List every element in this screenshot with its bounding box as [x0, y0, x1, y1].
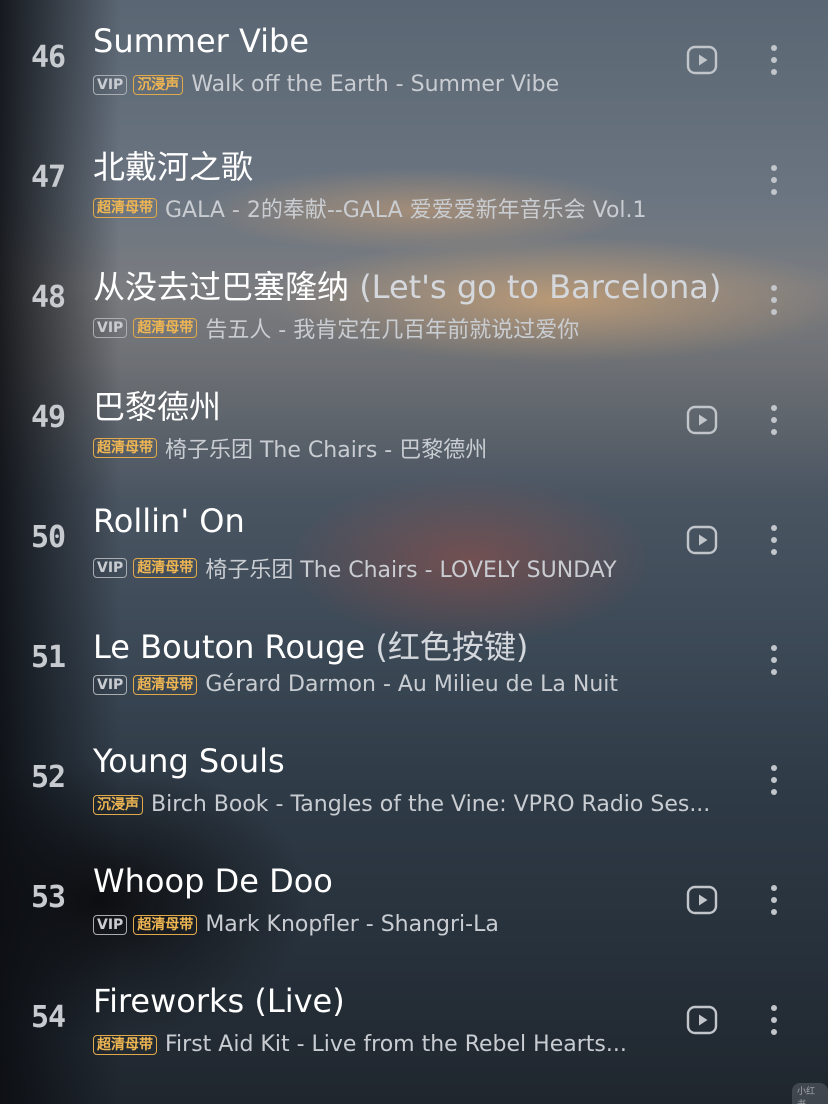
song-row[interactable]: 46 Summer Vibe VIP 沉浸声 Walk off the Earth - … — [0, 0, 828, 120]
more-vertical-icon[interactable] — [760, 644, 788, 676]
vip-badge: VIP — [93, 318, 128, 338]
master-quality-badge: 超清母带 — [93, 1034, 157, 1055]
song-row[interactable]: 47 北戴河之歌超清母带 GALA - 2的奉献--GALA 爱爱爱新年音乐会 Vo… — [0, 120, 828, 240]
song-meta: VIP 沉浸声 Walk off the Earth - Summer Vibe — [93, 72, 559, 97]
song-title: Summer Vibe — [93, 22, 309, 60]
song-title: 从没去过巴塞隆纳 (Let's go to Barcelona) — [93, 262, 721, 308]
more-vertical-icon[interactable] — [760, 1004, 788, 1036]
more-vertical-icon[interactable] — [760, 284, 788, 316]
song-title-text: Whoop De Doo — [93, 862, 333, 900]
master-quality-badge: 超清母带 — [93, 438, 157, 458]
vip-badge: VIP — [93, 914, 128, 935]
song-meta: VIP 超清母带 告五人 - 我肯定在几百年前就说过爱你 — [93, 312, 579, 344]
song-list: 46 Summer Vibe VIP 沉浸声 Walk off the Earth - … — [0, 0, 828, 1104]
vip-badge: VIP — [93, 558, 128, 578]
artist-album-text: 告五人 - 我肯定在几百年前就说过爱你 — [205, 318, 580, 343]
song-row[interactable]: 53 Whoop De Doo VIP 超清母带 Mark Knopfler - Sha… — [0, 840, 828, 960]
master-quality-badge: 超清母带 — [133, 318, 198, 338]
song-index: 50 — [30, 520, 66, 555]
vip-badge: VIP — [93, 674, 128, 695]
song-index: 47 — [30, 160, 66, 195]
song-title: 北戴河之歌 — [93, 142, 253, 188]
artist-album-text: 椅子乐团 The Chairs - LOVELY SUNDAY — [205, 558, 617, 583]
play-video-icon[interactable] — [686, 404, 718, 436]
song-meta: 超清母带 First Aid Kit - Live from the Rebel … — [93, 1032, 627, 1057]
master-quality-badge: 超清母带 — [133, 674, 198, 695]
artist-album-text: Mark Knopfler - Shangri-La — [205, 912, 499, 937]
song-row[interactable]: 51 Le Bouton Rouge (红色按键) VIP 超清母带 Gérard Da… — [0, 600, 828, 720]
song-title: Whoop De Doo — [93, 862, 333, 900]
play-video-icon[interactable] — [686, 1004, 718, 1036]
song-title-text: Rollin' On — [93, 502, 245, 540]
song-meta: VIP 超清母带 椅子乐团 The Chairs - LOVELY SUNDAY — [93, 552, 617, 584]
song-row[interactable]: 50 Rollin' On VIP 超清母带 椅子乐团 The Chairs - LOV… — [0, 480, 828, 600]
artist-album-text: GALA - 2的奉献--GALA 爱爱爱新年音乐会 Vol.1 — [165, 198, 647, 223]
song-title: 巴黎德州 — [93, 382, 221, 428]
song-title-text: 从没去过巴塞隆纳 — [93, 268, 350, 306]
song-meta: VIP 超清母带 Gérard Darmon - Au Milieu de La N… — [93, 672, 618, 697]
more-vertical-icon[interactable] — [760, 764, 788, 796]
master-quality-badge: 超清母带 — [133, 558, 198, 578]
watermark: 小红书 — [792, 1083, 828, 1104]
artist-album-text: Walk off the Earth - Summer Vibe — [191, 72, 560, 97]
song-row[interactable]: 54 Fireworks (Live) 超清母带 First Aid Kit - Li… — [0, 960, 828, 1080]
song-index: 53 — [30, 880, 66, 915]
song-index: 48 — [30, 280, 66, 315]
song-title: Young Souls — [93, 742, 285, 780]
song-index: 49 — [30, 400, 66, 435]
song-row[interactable]: 52 Young Souls 沉浸声 Birch Book - Tangles of … — [0, 720, 828, 840]
master-quality-badge: 超清母带 — [133, 914, 198, 935]
song-title-text: Fireworks (Live) — [93, 982, 345, 1020]
more-vertical-icon[interactable] — [760, 164, 788, 196]
more-vertical-icon[interactable] — [760, 44, 788, 76]
play-video-icon[interactable] — [686, 884, 718, 916]
song-meta: 超清母带 GALA - 2的奉献--GALA 爱爱爱新年音乐会 Vol.1 — [93, 192, 647, 224]
artist-album-text: Gérard Darmon - Au Milieu de La Nuit — [205, 672, 619, 697]
song-title: Rollin' On — [93, 502, 245, 540]
master-quality-badge: 超清母带 — [93, 198, 157, 218]
song-row[interactable]: 49 巴黎德州超清母带 椅子乐团 The Chairs - 巴黎德州 — [0, 360, 828, 480]
more-vertical-icon[interactable] — [760, 404, 788, 436]
vip-badge: VIP — [93, 74, 128, 95]
song-title-text: Young Souls — [93, 742, 285, 780]
song-meta: VIP 超清母带 Mark Knopfler - Shangri-La — [93, 912, 499, 937]
song-index: 54 — [30, 1000, 66, 1035]
immersive-audio-badge: 沉浸声 — [133, 74, 184, 95]
artist-album-text: 椅子乐团 The Chairs - 巴黎德州 — [165, 438, 488, 463]
song-row[interactable]: 48 从没去过巴塞隆纳 (Let's go to Barcelona) VIP 超清母… — [0, 240, 828, 360]
song-title-subtitle: (Let's go to Barcelona) — [359, 268, 722, 306]
play-video-icon[interactable] — [686, 524, 718, 556]
song-title-text: 北戴河之歌 — [93, 148, 254, 186]
artist-album-text: Birch Book - Tangles of the Vine: VPRO R… — [151, 792, 711, 817]
immersive-audio-badge: 沉浸声 — [93, 794, 143, 815]
song-title-subtitle: (红色按键) — [375, 628, 529, 666]
song-index: 51 — [30, 640, 66, 675]
more-vertical-icon[interactable] — [760, 884, 788, 916]
song-index: 52 — [30, 760, 66, 795]
song-title-text: 巴黎德州 — [93, 388, 222, 426]
song-title-text: Le Bouton Rouge — [93, 628, 366, 666]
song-title-text: Summer Vibe — [93, 22, 310, 60]
song-index: 46 — [30, 40, 66, 75]
more-vertical-icon[interactable] — [760, 524, 788, 556]
artist-album-text: First Aid Kit - Live from the Rebel Hear… — [165, 1032, 627, 1057]
song-meta: 超清母带 椅子乐团 The Chairs - 巴黎德州 — [93, 432, 487, 464]
song-meta: 沉浸声 Birch Book - Tangles of the Vine: VPR… — [93, 792, 710, 817]
play-video-icon[interactable] — [686, 44, 718, 76]
song-title: Le Bouton Rouge (红色按键) — [93, 622, 528, 668]
song-title: Fireworks (Live) — [93, 982, 345, 1020]
